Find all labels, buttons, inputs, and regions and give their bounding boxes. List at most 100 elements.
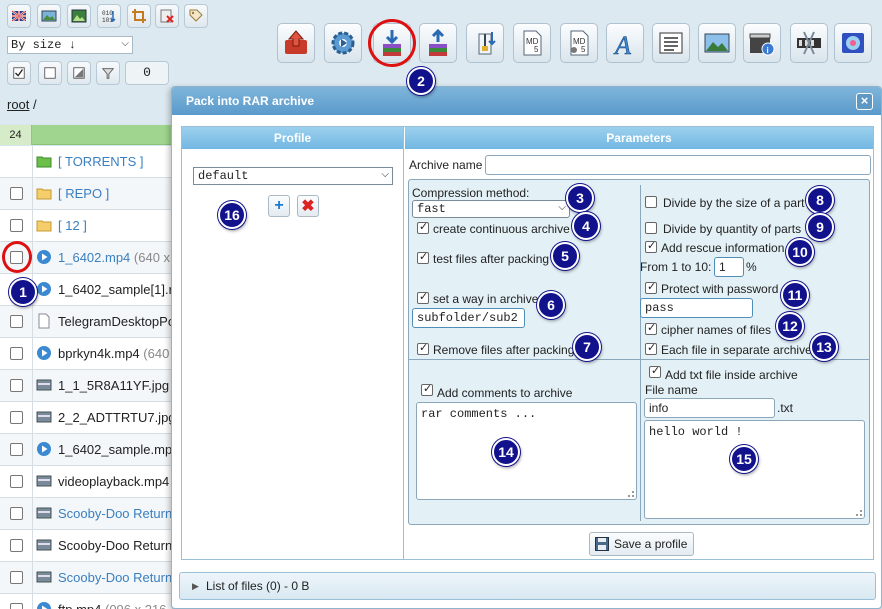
file-row[interactable]: 1_1_5R8A11YF.jpg — [0, 370, 172, 402]
select-all-button[interactable] — [7, 61, 31, 85]
file-name[interactable]: TelegramDesktopPo — [58, 314, 175, 329]
cipher-checkbox[interactable] — [645, 321, 657, 335]
row-checkbox[interactable] — [10, 219, 23, 232]
rescue-input[interactable]: 1 — [714, 257, 744, 277]
upload-icon[interactable] — [277, 23, 315, 63]
delete-image-icon[interactable] — [155, 4, 179, 28]
chevron-down-icon: ⌵ — [121, 39, 129, 50]
file-name[interactable]: [ 12 ] — [58, 218, 87, 233]
sort-select[interactable]: By size ↓ ⌵ — [7, 36, 133, 54]
info-icon[interactable]: i — [743, 23, 781, 63]
row-checkbox[interactable] — [10, 379, 23, 392]
file-name[interactable]: 1_6402_sample.mp — [58, 442, 172, 457]
file-row[interactable]: Scooby-Doo Return — [0, 562, 172, 594]
resize-grip[interactable] — [628, 491, 634, 497]
files-list-bar[interactable]: ▶ List of files (0) - 0 B — [179, 572, 876, 600]
invert-selection-button[interactable] — [67, 61, 91, 85]
file-name[interactable]: 1_6402.mp4 (640 x — [58, 250, 170, 265]
password-input[interactable]: pass — [640, 298, 753, 318]
document-icon — [36, 313, 52, 329]
txt-content-textarea[interactable]: hello world ! — [644, 420, 865, 519]
add-comments-checkbox[interactable] — [421, 382, 433, 396]
add-comments-label: Add comments to archive — [437, 386, 573, 400]
add-profile-button[interactable]: + — [268, 195, 290, 217]
image-icon[interactable] — [698, 23, 736, 63]
file-row[interactable]: [ TORRENTS ] — [0, 146, 172, 178]
row-checkbox[interactable] — [10, 539, 23, 552]
file-row[interactable]: Scooby-Doo Return — [0, 498, 172, 530]
file-row[interactable]: 1_6402_sample.mp — [0, 434, 172, 466]
md5-check-icon[interactable]: MD 5 — [560, 23, 598, 63]
file-name[interactable]: 2_2_ADTTRTU7.jpg — [58, 410, 176, 425]
file-name[interactable]: Scooby-Doo Return — [58, 538, 172, 553]
binary-icon[interactable]: 010 101 — [97, 4, 121, 28]
file-name[interactable]: Scooby-Doo Return — [58, 570, 172, 585]
test-files-checkbox[interactable] — [417, 250, 429, 264]
video-cut-icon[interactable] — [790, 23, 828, 63]
gallery-icon[interactable] — [834, 23, 872, 63]
file-row[interactable]: ftp.mp4 (096 x 216 — [0, 594, 172, 609]
remove-profile-button[interactable]: ✖ — [297, 195, 319, 217]
remove-files-checkbox[interactable] — [417, 341, 429, 355]
file-row[interactable]: bprkyn4k.mp4 (640 — [0, 338, 172, 370]
close-icon[interactable]: × — [856, 93, 873, 110]
filter-icon[interactable] — [96, 61, 120, 85]
row-checkbox[interactable] — [10, 507, 23, 520]
breadcrumb-root[interactable]: root — [7, 97, 29, 112]
row-checkbox[interactable] — [10, 475, 23, 488]
file-row[interactable]: videoplayback.mp4 — [0, 466, 172, 498]
file-name[interactable]: Scooby-Doo Return — [58, 506, 172, 521]
row-checkbox[interactable] — [10, 315, 23, 328]
row-checkbox[interactable] — [10, 443, 23, 456]
extract-icon[interactable] — [419, 23, 457, 63]
divide-size-checkbox[interactable] — [645, 196, 657, 208]
add-txt-checkbox[interactable] — [649, 364, 661, 378]
file-row[interactable]: 2_2_ADTTRTU7.jpg — [0, 402, 176, 434]
continuous-checkbox[interactable] — [417, 220, 429, 234]
protect-checkbox[interactable] — [645, 280, 657, 294]
divide-qty-checkbox[interactable] — [645, 222, 657, 234]
callout-14: 14 — [492, 438, 520, 466]
md5-icon[interactable]: MD 5 — [513, 23, 551, 63]
file-name[interactable]: videoplayback.mp4 — [58, 474, 169, 489]
row-checkbox[interactable] — [10, 187, 23, 200]
cipher-label: cipher names of files — [661, 323, 772, 337]
file-name[interactable]: [ REPO ] — [58, 186, 109, 201]
zip-icon[interactable] — [466, 23, 504, 63]
each-file-checkbox[interactable] — [645, 341, 657, 355]
image-edit-icon[interactable] — [37, 4, 61, 28]
resize-grip[interactable] — [856, 510, 862, 516]
file-dimensions: (096 x 216 — [105, 602, 166, 609]
file-name[interactable]: 1_1_5R8A11YF.jpg — [58, 378, 169, 393]
row-checkbox[interactable] — [10, 603, 23, 609]
font-icon[interactable]: A — [606, 23, 644, 63]
list-icon[interactable] — [652, 23, 690, 63]
flag-icon[interactable] — [7, 4, 31, 28]
tag-icon[interactable] — [184, 4, 208, 28]
archive-name-input[interactable] — [485, 155, 871, 175]
select-none-button[interactable] — [38, 61, 62, 85]
set-way-checkbox[interactable] — [417, 290, 429, 304]
file-name[interactable]: bprkyn4k.mp4 (640 — [58, 346, 169, 361]
file-name-input[interactable]: info — [644, 398, 775, 418]
file-name[interactable]: [ TORRENTS ] — [58, 154, 143, 169]
compression-select[interactable]: fast ⌵ — [412, 200, 570, 218]
divider — [32, 178, 33, 210]
rescue-checkbox[interactable] — [645, 239, 657, 253]
picture-icon[interactable] — [67, 4, 91, 28]
save-profile-button[interactable]: Save a profile — [589, 532, 695, 556]
file-name[interactable]: 1_6402_sample[1].r — [58, 282, 173, 297]
profile-select[interactable]: default ⌵ — [193, 167, 393, 185]
file-row[interactable]: [ 12 ] — [0, 210, 172, 242]
file-row[interactable]: TelegramDesktopPo — [0, 306, 175, 338]
file-name[interactable]: ftp.mp4 (096 x 216 — [58, 602, 166, 609]
file-row[interactable]: Scooby-Doo Return — [0, 530, 172, 562]
settings-icon[interactable] — [324, 23, 362, 63]
crop-icon[interactable] — [127, 4, 151, 28]
row-checkbox[interactable] — [10, 571, 23, 584]
file-row[interactable]: [ REPO ] — [0, 178, 172, 210]
way-input[interactable]: subfolder/sub2 — [412, 308, 525, 328]
row-checkbox[interactable] — [10, 347, 23, 360]
comments-textarea[interactable]: rar comments ... — [416, 402, 637, 500]
row-checkbox[interactable] — [10, 411, 23, 424]
